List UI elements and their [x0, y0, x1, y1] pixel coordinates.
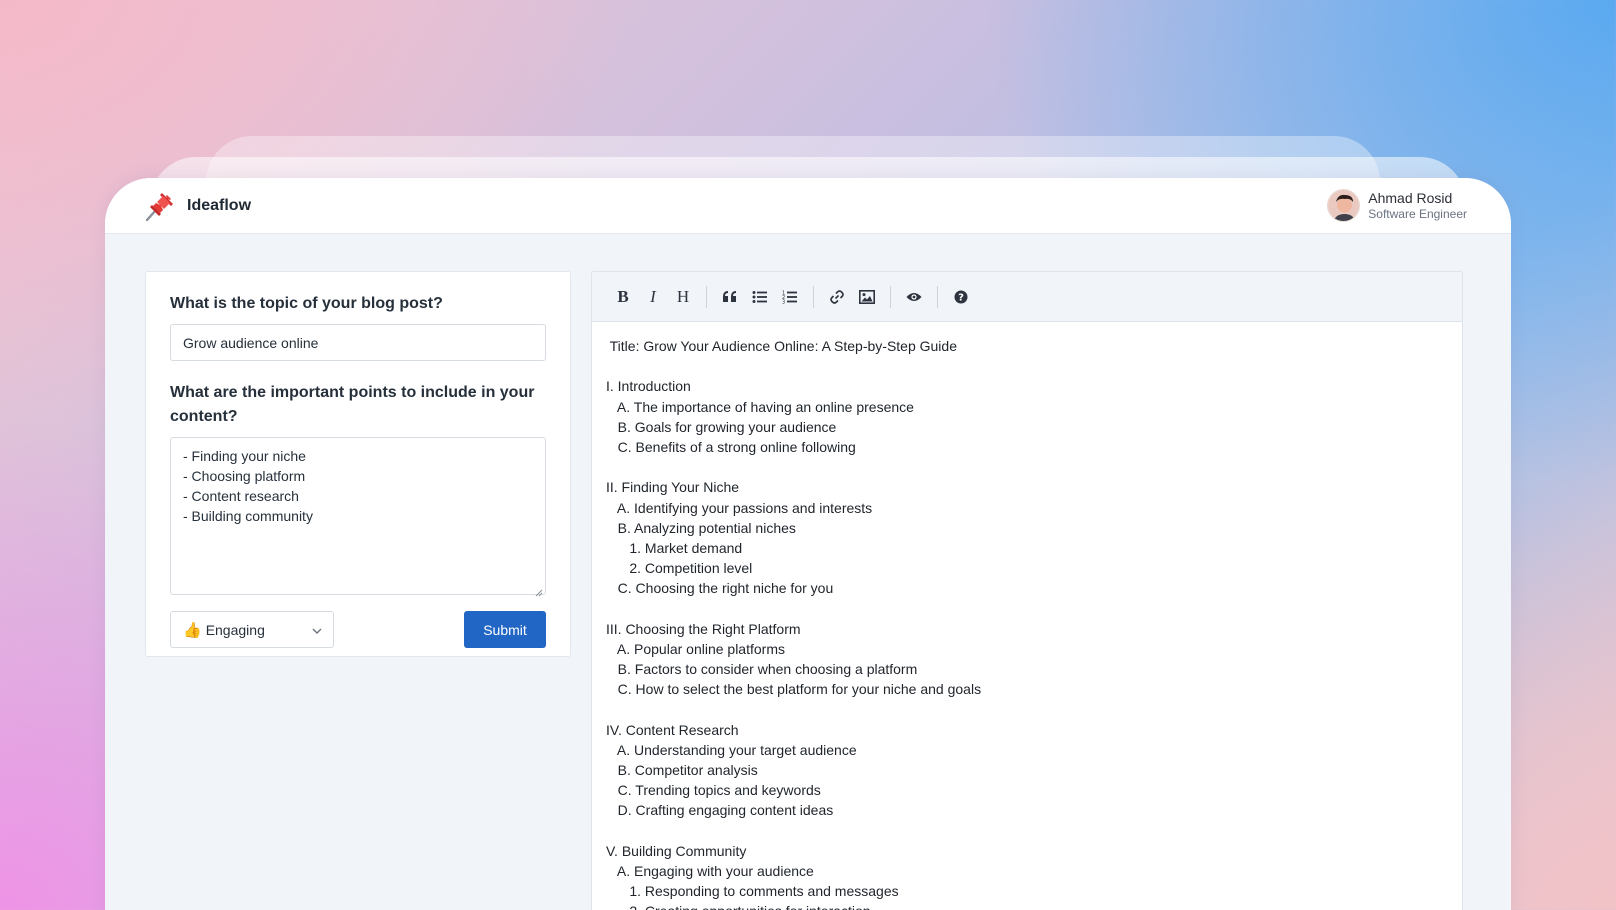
doc-line — [606, 821, 1448, 841]
doc-line: C. How to select the best platform for y… — [606, 681, 982, 698]
topic-input[interactable]: Grow audience online — [170, 324, 546, 361]
thumbs-up-icon: 👍 — [183, 621, 202, 639]
doc-line: IV. Content Research — [606, 721, 739, 738]
avatar — [1327, 189, 1361, 222]
doc-line: C. Choosing the right niche for you — [606, 580, 834, 597]
doc-line: Title: Grow Your Audience Online: A Step… — [606, 338, 957, 354]
chevron-down-icon — [311, 624, 323, 636]
quote-icon[interactable] — [715, 282, 745, 312]
doc-line: 2. Creating opportunities for interactio… — [606, 901, 1448, 910]
preview-eye-icon[interactable] — [899, 282, 929, 312]
editor-content[interactable]: Title: Grow Your Audience Online: A Step… — [592, 322, 1462, 910]
italic-button[interactable]: I — [638, 282, 668, 312]
doc-line: D. Crafting engaging content ideas — [606, 802, 834, 819]
doc-line: 1. Responding to comments and messages — [606, 883, 899, 900]
user-name: Ahmad Rosid — [1368, 189, 1453, 206]
resize-handle-icon[interactable] — [533, 582, 543, 597]
help-icon[interactable]: ? — [946, 282, 976, 312]
svg-text:3: 3 — [782, 299, 785, 304]
doc-line — [606, 457, 1448, 477]
points-line: - Choosing platform — [183, 468, 306, 484]
app-name: Ideaflow — [187, 196, 252, 214]
doc-line: A. The importance of having an online pr… — [606, 398, 914, 415]
user-role: Software Engineer — [1368, 206, 1467, 221]
numbered-list-icon[interactable]: 123 — [775, 282, 805, 312]
image-icon[interactable] — [852, 282, 882, 312]
app-window: Ideaflow Ahmad Rosid Software Engineer W… — [105, 178, 1511, 910]
markdown-editor: B I H 123 ? Title: Grow Your Audience On… — [591, 271, 1463, 910]
doc-line: 2. Competition level — [606, 560, 753, 577]
doc-line: A. Engaging with your audience — [606, 862, 814, 879]
doc-line: III. Choosing the Right Platform — [606, 620, 801, 637]
svg-text:?: ? — [958, 292, 964, 303]
points-line: - Content research — [183, 488, 299, 504]
doc-line: C. Benefits of a strong online following — [606, 438, 856, 455]
doc-line: V. Building Community — [606, 842, 747, 859]
toolbar-divider — [937, 285, 938, 308]
doc-line: I. Introduction — [606, 378, 691, 395]
doc-line: B. Analyzing potential niches — [606, 519, 796, 536]
pushpin-icon — [143, 189, 177, 223]
doc-line: B. Factors to consider when choosing a p… — [606, 661, 918, 677]
doc-line — [606, 598, 1448, 618]
points-line: - Finding your niche — [183, 448, 306, 464]
prompt-form: What is the topic of your blog post? Gro… — [145, 271, 571, 657]
topic-label: What is the topic of your blog post? — [170, 295, 443, 312]
toolbar-divider — [813, 285, 814, 308]
doc-line: A. Understanding your target audience — [606, 741, 857, 758]
editor-toolbar: B I H 123 ? — [592, 272, 1462, 322]
toolbar-divider — [706, 285, 707, 308]
brand[interactable]: Ideaflow — [143, 189, 251, 223]
tone-select-value: Engaging — [205, 621, 265, 638]
doc-line: II. Finding Your Niche — [606, 479, 740, 496]
doc-line: C. Trending topics and keywords — [606, 782, 821, 799]
points-textarea[interactable]: - Finding your niche - Choosing platform… — [170, 437, 546, 597]
topic-input-value: Grow audience online — [183, 334, 319, 351]
toolbar-divider — [890, 285, 891, 308]
points-line: - Building community — [183, 508, 313, 524]
doc-line — [606, 356, 1448, 376]
user-profile[interactable]: Ahmad Rosid Software Engineer — [1327, 189, 1467, 222]
link-icon[interactable] — [822, 282, 852, 312]
doc-line: 1. Market demand — [606, 539, 743, 556]
doc-line — [606, 699, 1448, 719]
submit-button[interactable]: Submit — [464, 611, 546, 648]
heading-button[interactable]: H — [668, 282, 698, 312]
top-bar: Ideaflow Ahmad Rosid Software Engineer — [105, 178, 1511, 234]
bold-button[interactable]: B — [608, 282, 638, 312]
doc-line: B. Competitor analysis — [606, 761, 758, 778]
doc-line: A. Popular online platforms — [606, 640, 785, 657]
tone-select[interactable]: 👍 Engaging — [170, 611, 334, 648]
bullet-list-icon[interactable] — [745, 282, 775, 312]
doc-line: B. Goals for growing your audience — [606, 418, 837, 435]
doc-line: A. Identifying your passions and interes… — [606, 499, 873, 516]
points-label: What are the important points to include… — [170, 384, 535, 425]
